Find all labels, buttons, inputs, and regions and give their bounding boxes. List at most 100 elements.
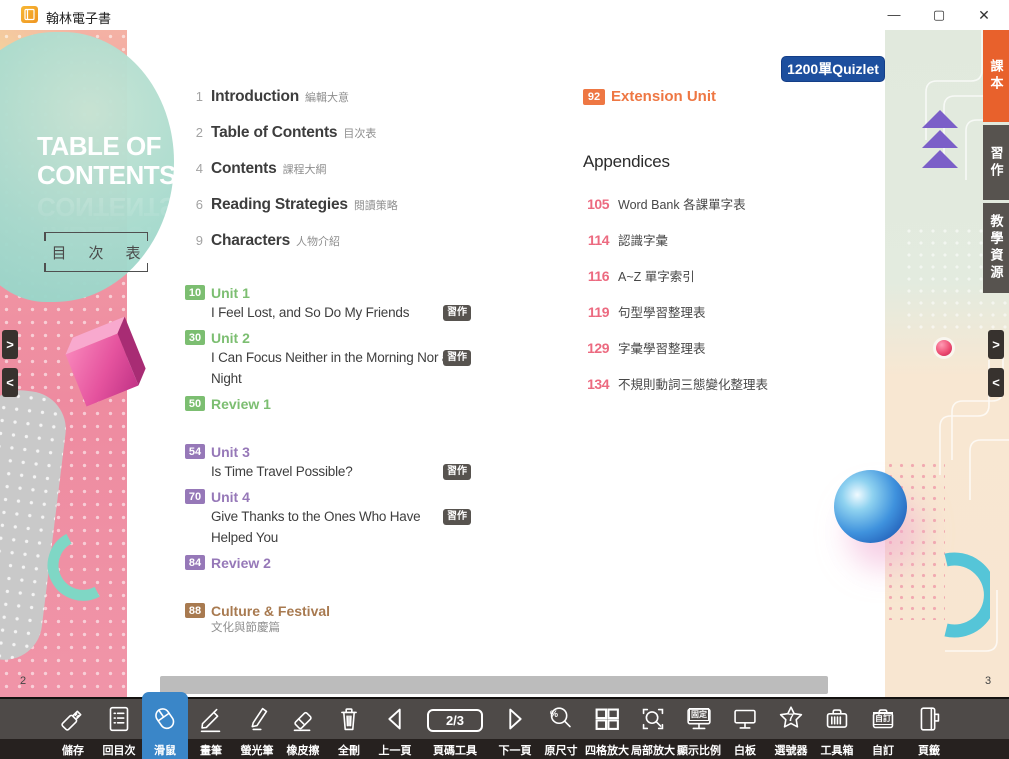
workbook-badge[interactable]: 習作	[443, 464, 471, 480]
page-indicator[interactable]: 2/3	[427, 709, 483, 732]
toc-chinese-box: 目次表	[44, 232, 148, 272]
save-button[interactable]: 儲存	[50, 699, 96, 759]
delete-all-button[interactable]: 全刪	[326, 699, 372, 759]
blue-sphere-decoration	[834, 470, 907, 543]
appendix-title: 不規則動詞三態變化整理表	[618, 374, 768, 393]
original-size-button[interactable]: % 原尺寸	[538, 699, 584, 759]
toc-unit-entry: 30 Unit 2 I Can Focus Neither in the Mor…	[185, 329, 497, 389]
page-tab-icon	[906, 699, 952, 739]
eraser-tool-button[interactable]: 橡皮擦	[280, 699, 326, 759]
previous-page-button[interactable]: 上一頁	[372, 699, 418, 759]
unit-page-badge: 70	[185, 489, 205, 504]
toc-chinese-label: 目次表	[51, 242, 162, 263]
toc-entry: 6 Reading Strategies 閱讀策略	[185, 196, 497, 218]
toc-unit-entry: 54 Unit 3 Is Time Travel Possible? 習作	[185, 443, 497, 482]
tab-teaching-resources[interactable]: 教學資源	[983, 203, 1009, 293]
workbook-badge[interactable]: 習作	[443, 350, 471, 366]
nav-forward-right-button[interactable]: >	[988, 330, 1004, 359]
spacer	[185, 268, 497, 284]
display-ratio-button[interactable]: 固定 顯示比例	[676, 699, 722, 759]
star-icon: 7	[768, 699, 814, 739]
extension-title: Extension Unit	[611, 88, 883, 106]
four-grid-icon	[584, 699, 630, 739]
page-number-box-icon: 2/3	[418, 699, 492, 739]
bottom-toolbar: 儲存 回目次 滑鼠	[0, 697, 1009, 759]
usb-save-icon	[50, 699, 96, 739]
triangle-left-icon	[372, 699, 418, 739]
highlighter-tool-button[interactable]: 螢光筆	[234, 699, 280, 759]
appendix-title: A~Z 單字索引	[618, 266, 695, 285]
toc-art-title-line1: TABLE OF	[37, 132, 176, 161]
quizlet-button[interactable]: 1200單Quizlet	[781, 56, 885, 82]
page-tabs-button[interactable]: 頁籤	[906, 699, 952, 759]
tab-textbook[interactable]: 課本	[983, 30, 1009, 122]
toc-culture-entry: 88 Culture & Festival 文化與節慶篇	[185, 602, 497, 637]
toc-subtitle: 課程大綱	[283, 161, 327, 177]
toc-review-entry: 84 Review 2	[185, 554, 497, 574]
page-number-tool[interactable]: 2/3 頁碼工具	[418, 699, 492, 759]
toc-left-column: 1 Introduction 編輯大意 2 Table of Contents …	[185, 88, 497, 643]
spacer	[185, 421, 497, 443]
appendix-title: Word Bank 各課單字表	[618, 194, 746, 213]
toc-subtitle: 閱讀策略	[354, 197, 398, 213]
partial-zoom-button[interactable]: 局部放大	[630, 699, 676, 759]
toc-page-number: 6	[185, 197, 203, 212]
nav-back-left-button[interactable]: <	[2, 368, 18, 397]
appendix-entry: 129 字彙學習整理表	[583, 338, 883, 357]
appendix-page-number: 134	[583, 376, 609, 392]
spacer	[185, 580, 497, 602]
appendix-entry: 114 認識字彙	[583, 230, 883, 249]
toc-art-title: TABLE OF CONTENTS	[37, 132, 176, 190]
appendix-title: 字彙學習整理表	[618, 338, 706, 357]
toc-list-icon	[96, 699, 142, 739]
custom-button[interactable]: 自訂 自訂	[860, 699, 906, 759]
appendix-title: 句型學習整理表	[618, 302, 706, 321]
toc-unit-entry: 10 Unit 1 I Feel Lost, and So Do My Frie…	[185, 284, 497, 323]
tab-workbook[interactable]: 習作	[983, 125, 1009, 200]
extension-page-badge: 92	[583, 89, 605, 105]
toc-title: Contents	[211, 160, 277, 178]
appendix-page-number: 119	[583, 304, 609, 320]
next-page-button[interactable]: 下一頁	[492, 699, 538, 759]
toc-subtitle: 目次表	[343, 125, 376, 141]
custom-case-icon: 自訂	[860, 699, 906, 739]
zoom-percent-icon: %	[538, 699, 584, 739]
back-to-toc-button[interactable]: 回目次	[96, 699, 142, 759]
close-button[interactable]: ✕	[966, 0, 1002, 30]
number-picker-button[interactable]: 7 選號器	[768, 699, 814, 759]
pen-tool-button[interactable]: 畫筆	[188, 699, 234, 759]
unit-page-badge: 50	[185, 396, 205, 411]
unit-description: I Can Focus Neither in the Morning Nor a…	[211, 347, 461, 389]
unit-title: Unit 2	[211, 329, 497, 347]
toolbox-button[interactable]: 工具箱	[814, 699, 860, 759]
toc-page-number: 9	[185, 233, 203, 248]
four-grid-zoom-button[interactable]: 四格放大	[584, 699, 630, 759]
highlighter-icon	[234, 699, 280, 739]
teal-ring-decoration	[938, 550, 990, 640]
nav-forward-left-button[interactable]: >	[2, 330, 18, 359]
toc-right-column: 92 Extension Unit Appendices 105 Word Ba…	[583, 88, 883, 410]
unit-title: Review 2	[211, 554, 497, 572]
right-page-number: 3	[985, 675, 991, 687]
nav-back-right-button[interactable]: <	[988, 368, 1004, 397]
mouse-tool-button[interactable]: 滑鼠	[142, 692, 188, 759]
workbook-badge[interactable]: 習作	[443, 509, 471, 525]
toc-title: Introduction	[211, 88, 299, 106]
unit-subtitle-zh: 文化與節慶篇	[211, 620, 497, 637]
toc-art-title-line2: CONTENTS	[37, 161, 176, 190]
trash-icon	[326, 699, 372, 739]
unit-page-badge: 88	[185, 603, 205, 618]
unit-description: Is Time Travel Possible?	[211, 461, 461, 482]
appendix-entry: 105 Word Bank 各課單字表	[583, 194, 883, 213]
maximize-button[interactable]: ▢	[921, 0, 957, 30]
whiteboard-button[interactable]: 白板	[722, 699, 768, 759]
toc-extension-entry: 92 Extension Unit	[583, 88, 883, 106]
horizontal-scrollbar[interactable]	[160, 676, 828, 694]
eraser-icon	[280, 699, 326, 739]
minimize-button[interactable]: —	[876, 0, 912, 30]
app-window: 翰林電子書 — ▢ ✕	[0, 0, 1009, 759]
workbook-badge[interactable]: 習作	[443, 305, 471, 321]
toc-page-number: 2	[185, 125, 203, 140]
unit-page-badge: 54	[185, 444, 205, 459]
unit-title: Culture & Festival	[211, 602, 497, 620]
